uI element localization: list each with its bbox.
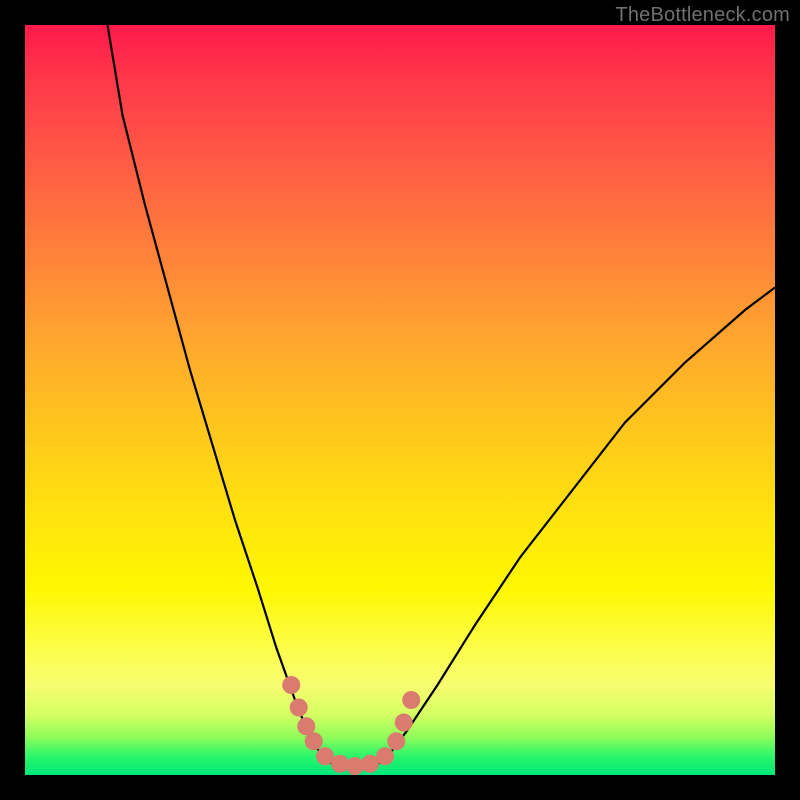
valley-marker	[290, 699, 308, 717]
valley-marker	[387, 732, 405, 750]
valley-markers	[282, 676, 420, 775]
main-curve	[108, 25, 776, 768]
watermark-text: TheBottleneck.com	[615, 4, 790, 27]
curve-layer	[25, 25, 775, 775]
chart-stage: TheBottleneck.com	[0, 0, 800, 800]
valley-marker	[305, 732, 323, 750]
plot-area	[25, 25, 775, 775]
valley-marker	[376, 747, 394, 765]
bottleneck-curve	[108, 25, 776, 768]
valley-marker	[282, 676, 300, 694]
valley-marker	[395, 714, 413, 732]
valley-marker	[402, 691, 420, 709]
